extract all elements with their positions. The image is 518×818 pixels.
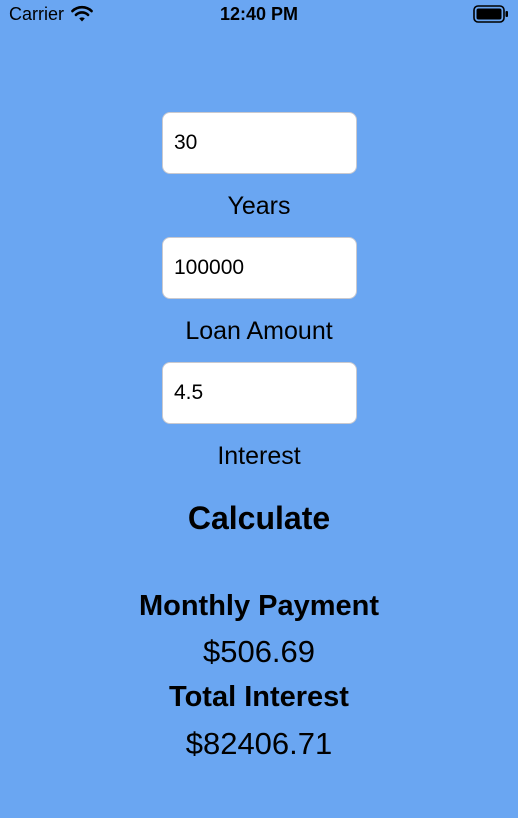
- years-field[interactable]: [162, 112, 357, 174]
- status-bar: Carrier 12:40 PM: [0, 0, 518, 30]
- status-time: 12:40 PM: [219, 4, 299, 24]
- calculate-button[interactable]: Calculate: [159, 497, 359, 539]
- loan-amount-field[interactable]: [162, 237, 357, 299]
- interest-label: Interest: [217, 442, 301, 470]
- battery-icon: [473, 5, 508, 23]
- monthly-payment-value: $506.69: [202, 634, 316, 669]
- total-interest-value: $82406.71: [185, 726, 333, 761]
- monthly-payment-heading: Monthly Payment: [138, 590, 380, 622]
- years-label: Years: [227, 192, 291, 220]
- loan-amount-label: Loan Amount: [185, 317, 333, 345]
- total-interest-heading: Total Interest: [169, 681, 349, 713]
- interest-field[interactable]: [162, 362, 357, 424]
